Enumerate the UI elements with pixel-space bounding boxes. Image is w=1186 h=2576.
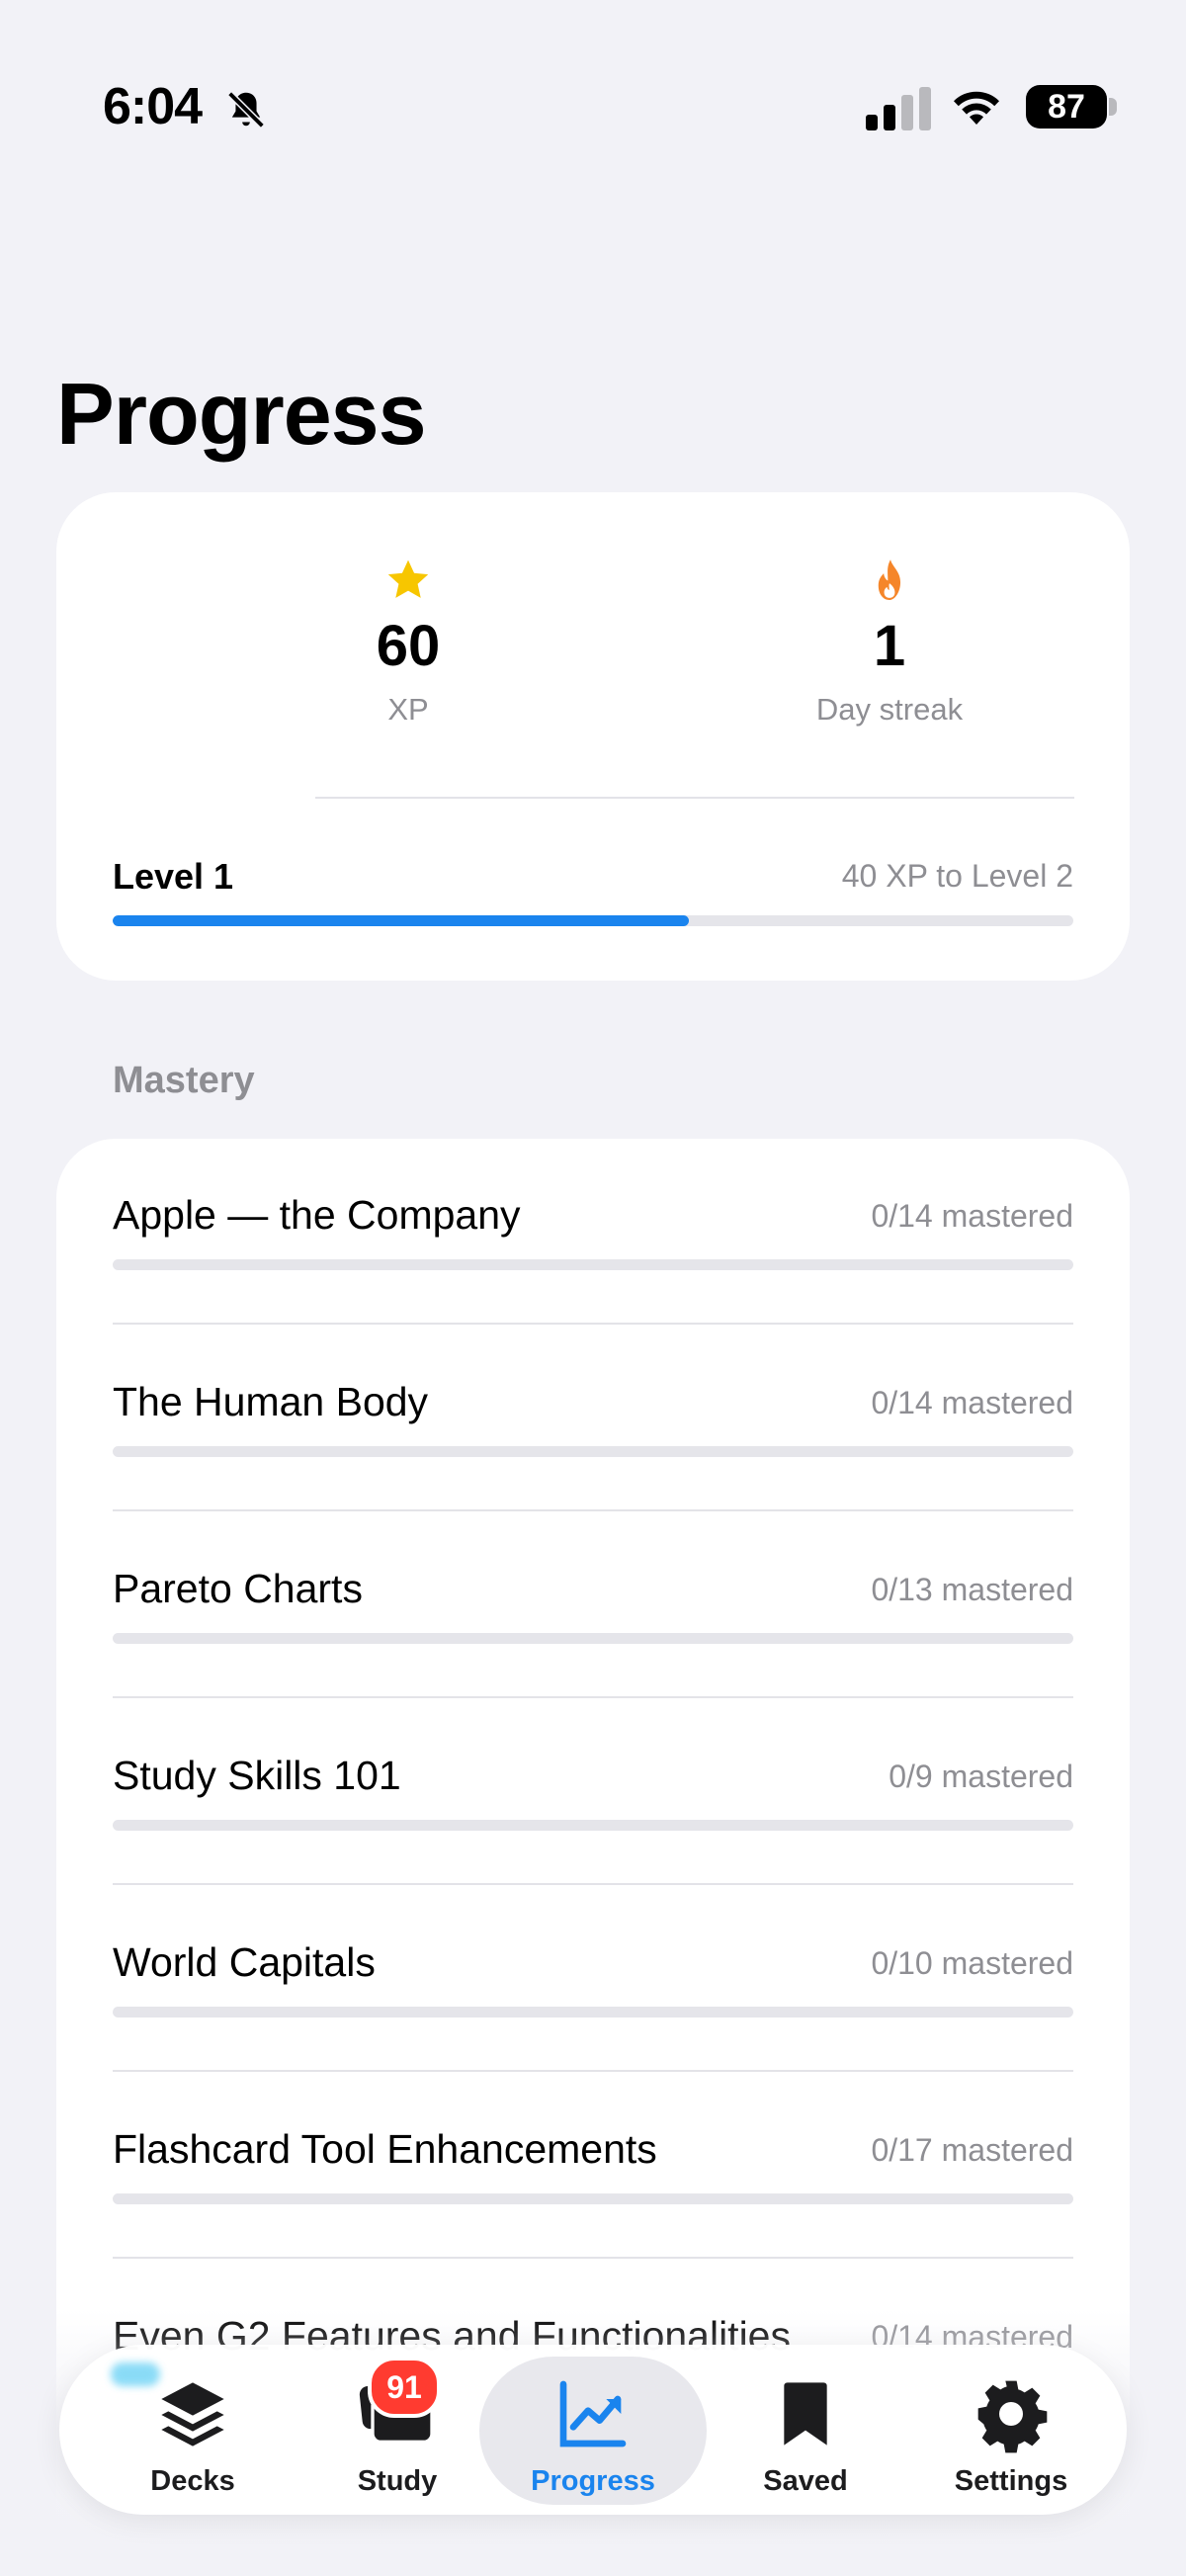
status-time: 6:04 [103, 78, 203, 135]
layers-icon [161, 2382, 224, 2447]
flame-icon [878, 559, 901, 600]
tab-bar: Decks Study Progress Saved Settings [59, 2345, 1127, 2515]
battery-cap [1109, 98, 1117, 116]
bell-slash-icon [227, 91, 265, 129]
xp-stat: 60 XP [211, 556, 606, 728]
mastery-row[interactable]: Pareto Charts 0/13 mastered [113, 1512, 1073, 1698]
streak-label: Day streak [815, 692, 964, 727]
level-progress-bar [113, 915, 1073, 926]
level-label: Level 1 [113, 856, 234, 897]
deck-progress-bar [113, 2193, 1073, 2204]
deck-mastered-count: 0/10 mastered [871, 1945, 1073, 1981]
tab-settings-label: Settings [954, 2465, 1068, 2497]
xp-label: XP [387, 692, 429, 727]
tab-decks-label: Decks [150, 2465, 235, 2497]
stats-divider [315, 797, 1074, 799]
deck-name: Study Skills 101 [113, 1753, 401, 1798]
deck-progress-bar [113, 1446, 1073, 1457]
tab-study-label: Study [357, 2465, 438, 2497]
status-bar: 6:04 87 [0, 0, 1186, 217]
tab-saved-label: Saved [763, 2465, 848, 2497]
deck-mastered-count: 0/9 mastered [889, 1759, 1073, 1794]
deck-progress-bar [113, 1633, 1073, 1644]
row-divider [113, 2070, 1073, 2072]
row-divider [113, 2257, 1073, 2259]
tab-saved[interactable]: Saved [702, 2345, 909, 2515]
deck-name: Flashcard Tool Enhancements [113, 2126, 657, 2172]
streak-stat: 1 Day streak [692, 556, 1087, 728]
study-badge: 91 [368, 2357, 441, 2418]
star-icon [387, 559, 429, 598]
deck-name: Apple — the Company [113, 1192, 521, 1238]
deck-progress-bar [113, 1259, 1073, 1270]
deck-progress-bar [113, 2007, 1073, 2018]
mastery-row[interactable]: Flashcard Tool Enhancements 0/17 mastered [113, 2073, 1073, 2259]
mastery-section-label: Mastery [113, 1060, 255, 1101]
level-next-label: 40 XP to Level 2 [841, 858, 1073, 894]
cellular-signal-icon [866, 87, 931, 130]
level-progress-fill [113, 915, 690, 926]
page-title: Progress [56, 365, 427, 463]
tab-progress-label: Progress [531, 2465, 655, 2497]
deck-mastered-count: 0/14 mastered [871, 1198, 1073, 1234]
deck-name: Pareto Charts [113, 1566, 363, 1611]
tab-progress[interactable]: Progress [479, 2345, 707, 2515]
deck-mastered-count: 0/14 mastered [871, 1385, 1073, 1420]
row-divider [113, 1323, 1073, 1325]
battery-level: 87 [1026, 85, 1107, 129]
xp-value: 60 [376, 614, 441, 678]
deck-progress-bar [113, 1820, 1073, 1831]
battery-indicator: 87 [1026, 85, 1117, 129]
row-divider [113, 1696, 1073, 1698]
deck-mastered-count: 0/17 mastered [871, 2132, 1073, 2168]
bookmark-icon [784, 2382, 827, 2446]
deck-name: The Human Body [113, 1379, 429, 1424]
chart-icon [559, 2380, 627, 2447]
mastery-row[interactable]: The Human Body 0/14 mastered [113, 1326, 1073, 1511]
tab-settings[interactable]: Settings [907, 2345, 1115, 2515]
mastery-row[interactable]: Study Skills 101 0/9 mastered [113, 1699, 1073, 1885]
row-divider [113, 1509, 1073, 1511]
streak-value: 1 [873, 614, 906, 678]
deck-name: World Capitals [113, 1939, 376, 1985]
row-divider [113, 1883, 1073, 1885]
wifi-icon [954, 91, 999, 125]
mastery-row[interactable]: World Capitals 0/10 mastered [113, 1886, 1073, 2072]
gear-icon [977, 2380, 1048, 2453]
mastery-row[interactable]: Apple — the Company 0/14 mastered [113, 1139, 1073, 1325]
deck-mastered-count: 0/13 mastered [871, 1572, 1073, 1607]
scroll-glow [111, 2362, 160, 2386]
stats-card: 60 XP 1 Day streak Level 1 40 XP to Leve… [56, 492, 1130, 981]
